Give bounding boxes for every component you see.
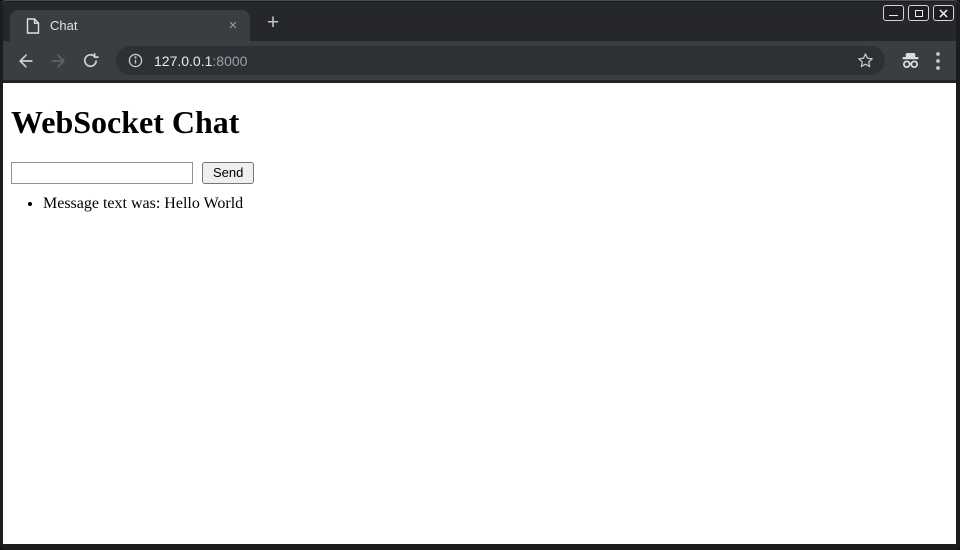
reload-button[interactable] (78, 49, 102, 73)
message-list-item: Message text was: Hello World (43, 195, 956, 213)
browser-menu-button[interactable] (936, 52, 940, 70)
back-button[interactable] (14, 49, 38, 73)
message-input[interactable] (11, 162, 193, 184)
window-maximize-button[interactable] (908, 5, 929, 21)
browser-chrome: Chat × + (3, 2, 956, 544)
reload-icon (81, 51, 100, 70)
tab-chat[interactable]: Chat × (10, 10, 250, 41)
send-button[interactable]: Send (202, 162, 254, 184)
maximize-icon (915, 10, 923, 17)
browser-toolbar: 127.0.0.1:8000 (3, 41, 956, 80)
chat-form: Send (11, 162, 956, 184)
site-info-icon[interactable] (127, 52, 144, 69)
window-close-button[interactable] (933, 5, 954, 21)
new-tab-button[interactable]: + (260, 9, 286, 35)
minimize-icon (889, 15, 898, 16)
window-controls (883, 5, 954, 21)
browser-window: Chat × + (0, 0, 960, 550)
forward-button[interactable] (46, 49, 70, 73)
page-title: WebSocket Chat (11, 104, 948, 141)
arrow-right-icon (48, 51, 68, 71)
tab-close-icon[interactable]: × (224, 17, 242, 35)
url-port: :8000 (212, 53, 247, 69)
tab-title: Chat (50, 18, 224, 33)
window-minimize-button[interactable] (883, 5, 904, 21)
bookmark-star-icon[interactable] (856, 51, 875, 70)
url-text: 127.0.0.1:8000 (154, 53, 247, 69)
tab-strip: Chat × + (3, 2, 956, 41)
url-host: 127.0.0.1 (154, 53, 212, 69)
arrow-left-icon (16, 51, 36, 71)
page-favicon-icon (26, 18, 40, 34)
close-x-icon (939, 9, 948, 18)
address-bar[interactable]: 127.0.0.1:8000 (116, 46, 885, 75)
messages-list: Message text was: Hello World (3, 195, 956, 213)
vertical-dots-icon (936, 52, 940, 70)
incognito-icon (899, 49, 922, 72)
page-content: WebSocket Chat Send Message text was: He… (3, 83, 956, 544)
